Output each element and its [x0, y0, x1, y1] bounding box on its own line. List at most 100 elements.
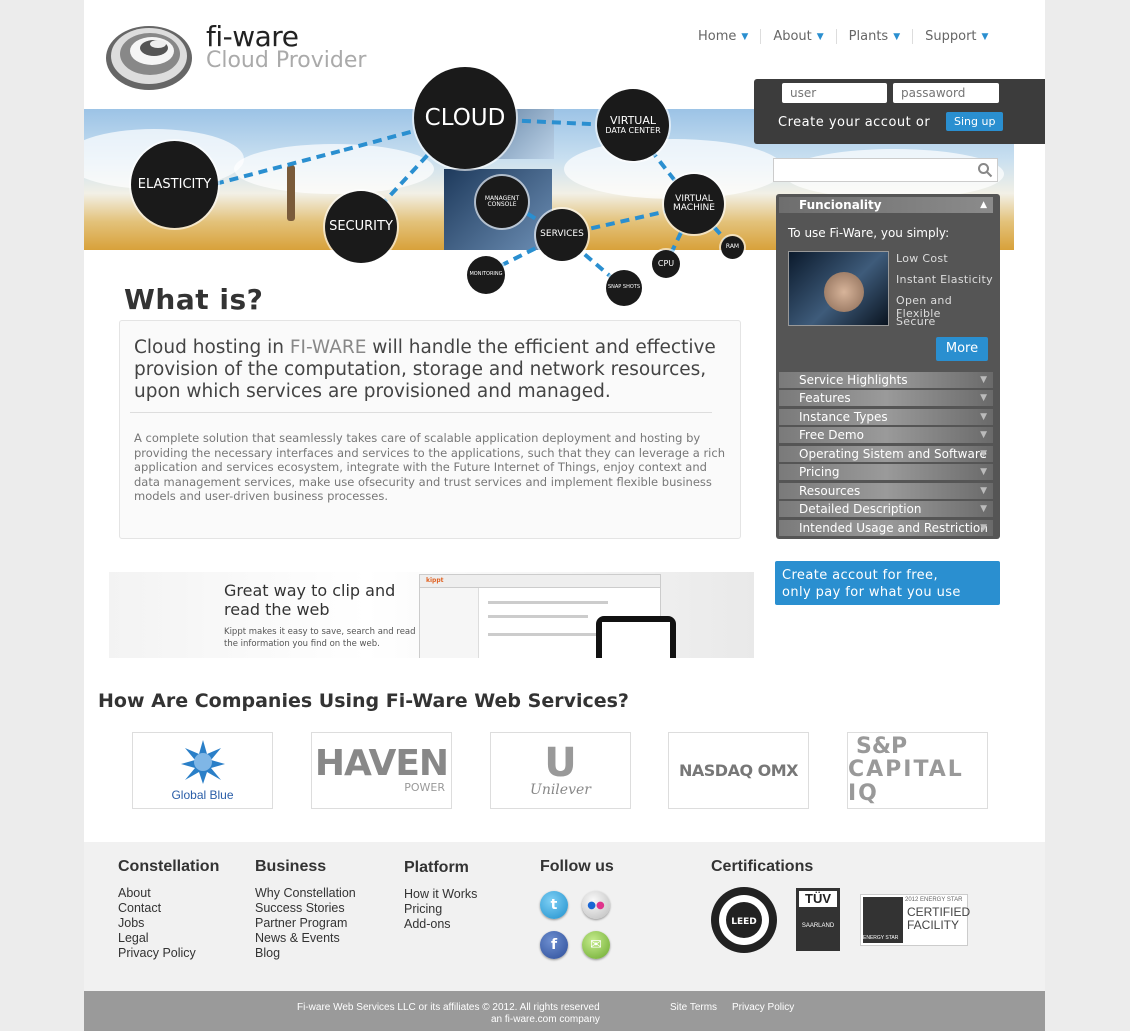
bubble-label: CLOUD [424, 104, 506, 131]
sidebar-item-label: Intended Usage and Restriction [799, 521, 988, 535]
logo-global-blue[interactable]: Global Blue [132, 732, 273, 809]
twitter-icon[interactable]: t [540, 891, 568, 919]
search-input[interactable] [773, 158, 998, 182]
feature-secure: Secure [896, 315, 936, 328]
more-button[interactable]: More [936, 337, 988, 361]
footer-link-why[interactable]: Why Constellation [255, 886, 356, 901]
sidebar-item-intended-usage[interactable]: Intended Usage and Restriction ▼ [779, 520, 993, 536]
footer-link-jobs[interactable]: Jobs [118, 916, 219, 931]
sidebar-item-free-demo[interactable]: Free Demo ▼ [779, 427, 993, 443]
sidebar-item-label: Features [799, 391, 851, 405]
flickr-icon[interactable]: ● ● [582, 891, 610, 919]
footer-col-follow: Follow us [540, 858, 614, 886]
footer-col-business: Business Why Constellation Success Stori… [255, 858, 356, 961]
leed-seal-icon: LEED [711, 887, 777, 953]
bubble-cpu[interactable]: CPU [652, 250, 680, 278]
chevron-up-icon: ▲ [980, 200, 987, 210]
logo-haven-power[interactable]: HAVEN POWER [311, 732, 452, 809]
signup-button[interactable]: Sing up [946, 112, 1004, 131]
sidebar-item-service-highlights[interactable]: Service Highlights ▼ [779, 372, 993, 388]
bubble-security[interactable]: SECURITY [325, 191, 397, 263]
footer-link-pricing[interactable]: Pricing [404, 902, 477, 917]
footer-link-contact[interactable]: Contact [118, 901, 219, 916]
bubble-monitoring[interactable]: MONITORING [467, 256, 505, 294]
bubble-sublabel: MACHINE [673, 203, 715, 213]
ad-headline-line: Great way to clip and [224, 581, 396, 600]
bubble-ram[interactable]: RAM [721, 236, 744, 259]
leed-mark: LEED [731, 917, 757, 927]
sidebar-header-label: Funcionality [799, 198, 882, 212]
chevron-down-icon: ▼ [980, 393, 987, 403]
bubble-label: SNAP SHOTS [607, 284, 641, 291]
ad-phone-screen [602, 622, 670, 658]
unilever-u-icon: U [544, 739, 577, 786]
energy-star-line: FACILITY [907, 918, 960, 932]
logo-sp-capital-iq[interactable]: S&P CAPITAL IQ [847, 732, 988, 809]
footer-link-success[interactable]: Success Stories [255, 901, 356, 916]
footer-link-partner[interactable]: Partner Program [255, 916, 356, 931]
footer-link-privacy[interactable]: Privacy Policy [118, 946, 219, 961]
footer-link-blog[interactable]: Blog [255, 946, 356, 961]
username-input[interactable] [782, 83, 887, 103]
tuv-label: TÜV [799, 891, 837, 907]
privacy-policy-link[interactable]: Privacy Policy [732, 1002, 794, 1013]
bubble-virtual-data-center[interactable]: VIRTUAL DATA CENTER [597, 89, 669, 161]
energy-star-brand: ENERGY STAR [863, 935, 899, 941]
chevron-down-icon: ▼ [980, 504, 987, 514]
footer-link-how-it-works[interactable]: How it Works [404, 887, 477, 902]
bubble-elasticity[interactable]: ELASTICITY [131, 141, 218, 228]
create-account-cta[interactable]: Create accout for free, only pay for wha… [775, 561, 1000, 605]
lead-text: Cloud hosting in [134, 337, 290, 358]
bubble-snapshots[interactable]: SNAP SHOTS [606, 270, 642, 306]
global-blue-star-icon [180, 739, 225, 784]
logo-label: NASDAQ OMX [679, 761, 799, 780]
lead-highlight: FI-WARE [289, 337, 367, 358]
sidebar-item-operating-system[interactable]: Operating Sistem and Software ▼ [779, 446, 993, 462]
footer-col-constellation: Constellation About Contact Jobs Legal P… [118, 858, 219, 961]
sidebar-item-label: Operating Sistem and Software [799, 447, 987, 461]
bubble-sublabel: DATA CENTER [605, 125, 661, 135]
kippt-ad-banner[interactable]: Great way to clip and read the web Kippt … [109, 572, 754, 658]
footer-link-about[interactable]: About [118, 886, 219, 901]
ad-text: Kippt makes it easy to save, search and … [224, 626, 416, 650]
sidebar-header[interactable]: Funcionality ▲ [779, 197, 993, 213]
footer-link-news[interactable]: News & Events [255, 931, 356, 946]
footer-col-title: Constellation [118, 858, 220, 875]
companies-title: How Are Companies Using Fi-Ware Web Serv… [98, 690, 629, 712]
sidebar-item-label: Instance Types [799, 410, 888, 424]
sidebar-item-resources[interactable]: Resources ▼ [779, 483, 993, 499]
bubble-cloud[interactable]: CLOUD [414, 67, 516, 169]
functionality-sidebar: Funcionality ▲ To use Fi-Ware, you simply… [776, 194, 1000, 539]
chevron-down-icon: ▼ [980, 430, 987, 440]
sidebar-item-instance-types[interactable]: Instance Types ▼ [779, 409, 993, 425]
footer-link-addons[interactable]: Add-ons [404, 917, 477, 932]
site-terms-link[interactable]: Site Terms [670, 1002, 717, 1013]
email-icon[interactable]: ✉ [582, 931, 610, 959]
page-title: What is? [124, 283, 264, 316]
chevron-down-icon: ▼ [980, 467, 987, 477]
logo-nasdaq[interactable]: NASDAQ OMX [668, 732, 809, 809]
ad-headline-line: read the web [224, 600, 330, 619]
facebook-icon[interactable]: f [540, 931, 568, 959]
copyright-text: Fi-ware Web Services LLC or its affiliat… [297, 1002, 600, 1013]
bubble-management-console[interactable]: MANAGENT CONSOLE [476, 176, 528, 228]
intro-body: A complete solution that seamlessly take… [134, 431, 725, 503]
tuv-seal: TÜV SAARLAND [796, 888, 840, 951]
copyright-subtext: an fi-ware.com company [491, 1014, 600, 1025]
bubble-virtual-machine[interactable]: VIRTUAL MACHINE [664, 174, 724, 234]
bubble-services[interactable]: SERVICES [536, 209, 588, 261]
search-icon[interactable] [977, 162, 993, 178]
sidebar-item-pricing[interactable]: Pricing ▼ [779, 464, 993, 480]
sidebar-item-label: Pricing [799, 465, 840, 479]
footer-col-title: Follow us [540, 858, 614, 875]
sidebar-item-features[interactable]: Features ▼ [779, 390, 993, 406]
footer-link-legal[interactable]: Legal [118, 931, 219, 946]
copyright-bar: Fi-ware Web Services LLC or its affiliat… [84, 991, 1045, 1031]
bubble-label: RAM [725, 243, 740, 251]
feature-low-cost: Low Cost [896, 252, 949, 265]
ad-phone [596, 616, 676, 658]
password-input[interactable] [893, 83, 999, 103]
ad-screenshot-sidebar [420, 588, 479, 658]
logo-unilever[interactable]: U Unilever [490, 732, 631, 809]
sidebar-item-detailed-description[interactable]: Detailed Description ▼ [779, 501, 993, 517]
